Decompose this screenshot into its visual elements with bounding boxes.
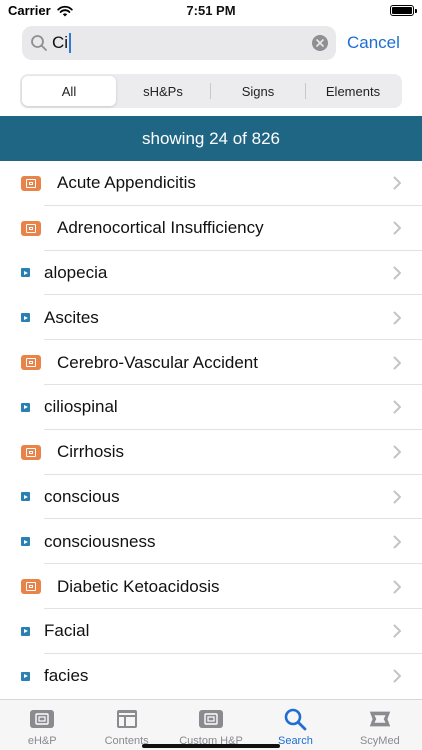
text-cursor xyxy=(69,33,72,53)
document-icon xyxy=(21,444,41,460)
document-icon xyxy=(21,175,41,191)
chevron-right-icon xyxy=(393,669,401,683)
list-item-label: alopecia xyxy=(44,262,108,282)
home-indicator xyxy=(142,744,280,748)
tab-bar: eH&P Contents Custom H&P Search ScyMed xyxy=(0,699,422,750)
status-bar: Carrier 7:51 PM xyxy=(0,0,422,22)
tab-scymed[interactable]: ScyMed xyxy=(338,700,422,750)
search-icon xyxy=(282,708,308,731)
list-item[interactable]: Ascites xyxy=(0,295,422,340)
search-query: Ci xyxy=(52,33,72,53)
chevron-right-icon xyxy=(393,580,401,594)
sign-icon xyxy=(21,492,30,502)
status-time: 7:51 PM xyxy=(186,3,236,18)
document-icon xyxy=(21,579,41,595)
chevron-right-icon xyxy=(393,535,401,549)
chevron-right-icon xyxy=(393,356,401,370)
chevron-right-icon xyxy=(393,311,401,325)
chevron-right-icon xyxy=(393,624,401,638)
list-item[interactable]: Cirrhosis xyxy=(0,430,422,475)
chevron-right-icon xyxy=(393,176,401,190)
list-item-label: Ascites xyxy=(44,307,99,327)
tab-ehp-label: eH&P xyxy=(27,735,57,747)
list-item[interactable]: ciliospinal xyxy=(0,385,422,430)
magnifier-icon xyxy=(31,35,47,51)
sign-icon xyxy=(21,626,30,636)
clear-search-button[interactable] xyxy=(312,35,328,51)
list-item-label: ciliospinal xyxy=(44,397,118,417)
search-input[interactable]: Ci xyxy=(22,26,336,60)
tab-search-label: Search xyxy=(277,735,313,747)
segment-all[interactable]: All xyxy=(22,76,116,106)
list-item-label: consciousness xyxy=(44,531,156,551)
close-icon xyxy=(316,39,324,47)
segment-elements[interactable]: Elements xyxy=(306,76,400,106)
cancel-button[interactable]: Cancel xyxy=(347,33,400,53)
list-item-label: Facial xyxy=(44,621,90,641)
segment-shps[interactable]: sH&Ps xyxy=(116,76,210,106)
list-item[interactable]: Adrenocortical Insufficiency xyxy=(0,206,422,251)
list-item-label: Diabetic Ketoacidosis xyxy=(57,576,220,596)
tab-scymed-label: ScyMed xyxy=(359,735,400,747)
results-count-banner: showing 24 of 826 xyxy=(0,116,422,161)
results-list: Acute Appendicitis Adrenocortical Insuffi… xyxy=(0,161,422,699)
sign-icon xyxy=(21,313,30,323)
scymed-icon xyxy=(367,708,393,730)
search-row: Ci Cancel xyxy=(0,26,422,62)
custom-hp-icon xyxy=(198,708,224,730)
list-item[interactable]: conscious xyxy=(0,475,422,520)
document-icon xyxy=(21,355,41,371)
filter-segmented-control: All sH&Ps Signs Elements xyxy=(20,74,402,108)
sign-icon xyxy=(21,268,30,278)
sign-icon xyxy=(21,671,30,681)
chevron-right-icon xyxy=(393,445,401,459)
battery-icon xyxy=(390,5,417,16)
list-item[interactable]: Diabetic Ketoacidosis xyxy=(0,564,422,609)
list-item[interactable]: Facial xyxy=(0,609,422,654)
tab-ehp[interactable]: eH&P xyxy=(0,700,84,750)
sign-icon xyxy=(21,537,30,547)
sign-icon xyxy=(21,402,30,412)
tab-contents[interactable]: Contents xyxy=(84,700,168,750)
list-item-label: Acute Appendicitis xyxy=(57,173,196,193)
list-item-label: conscious xyxy=(44,486,120,506)
contents-icon xyxy=(114,708,140,730)
chevron-right-icon xyxy=(393,400,401,414)
list-item[interactable]: Cerebro-Vascular Accident xyxy=(0,340,422,385)
chevron-right-icon xyxy=(393,490,401,504)
tab-custom-hp[interactable]: Custom H&P xyxy=(169,700,253,750)
list-item[interactable]: facies xyxy=(0,654,422,699)
list-item[interactable]: alopecia xyxy=(0,251,422,296)
list-item[interactable]: Acute Appendicitis xyxy=(0,161,422,206)
search-query-text: Ci xyxy=(52,33,69,52)
list-item-label: facies xyxy=(44,666,89,686)
list-item-label: Cirrhosis xyxy=(57,442,125,462)
chevron-right-icon xyxy=(393,266,401,280)
document-icon xyxy=(21,220,41,236)
list-item-label: Cerebro-Vascular Accident xyxy=(57,352,258,372)
list-item-label: Adrenocortical Insufficiency xyxy=(57,218,264,238)
list-item[interactable]: consciousness xyxy=(0,519,422,564)
segment-signs[interactable]: Signs xyxy=(211,76,305,106)
chevron-right-icon xyxy=(393,221,401,235)
tab-search[interactable]: Search xyxy=(253,700,337,750)
ehp-icon xyxy=(29,708,55,730)
